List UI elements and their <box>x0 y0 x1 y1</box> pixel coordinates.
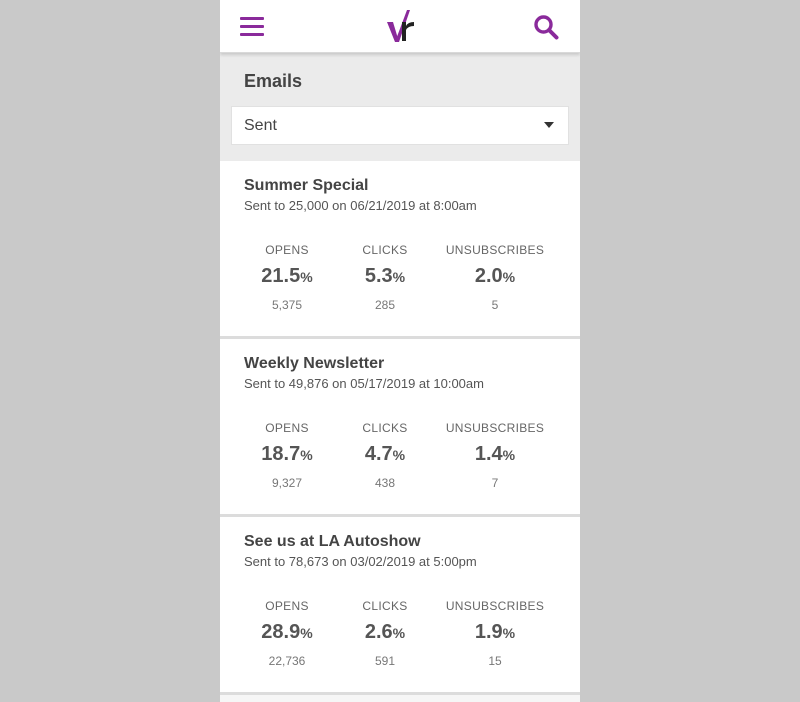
email-stats: OPENS 18.7% 9,327 CLICKS 4.7% 438 UNSUBS… <box>244 421 556 514</box>
stat-label: OPENS <box>265 599 309 613</box>
email-filter-value: Sent <box>244 116 277 134</box>
page-title: Emails <box>244 71 303 91</box>
percent-sign: % <box>392 625 406 641</box>
stat-percent: 1.9% <box>440 621 550 644</box>
stat-percent: 18.7% <box>244 443 330 466</box>
stat-label: OPENS <box>265 243 309 257</box>
clicks-stat: CLICKS 4.7% 438 <box>333 421 437 490</box>
email-stats: OPENS 21.5% 5,375 CLICKS 5.3% 285 UNSUBS… <box>244 243 556 336</box>
stat-percent: 2.6% <box>333 621 437 644</box>
unsubscribes-stat: UNSUBSCRIBES 2.0% 5 <box>440 243 550 312</box>
emails-header: Emails Sent <box>220 53 580 161</box>
percent-sign: % <box>502 269 516 285</box>
clicks-stat: CLICKS 2.6% 591 <box>333 599 437 668</box>
percent-sign: % <box>502 625 516 641</box>
app-screen: Emails Sent Summer Special Sent to 25,00… <box>220 0 580 702</box>
stat-percent: 28.9% <box>244 621 330 644</box>
stat-count: 285 <box>374 298 396 312</box>
stat-percent-value: 2.6 <box>364 621 393 643</box>
stat-label: OPENS <box>265 421 309 435</box>
percent-sign: % <box>300 269 313 285</box>
stat-count: 591 <box>374 654 396 668</box>
stat-percent-value: 21.5 <box>261 265 301 287</box>
vr-logo[interactable] <box>385 8 417 44</box>
percent-sign: % <box>300 625 313 641</box>
unsubscribes-stat: UNSUBSCRIBES 1.9% 15 <box>440 599 550 668</box>
email-sent-info: Sent to 25,000 on 06/21/2019 at 8:00am <box>244 198 477 213</box>
search-icon[interactable] <box>533 14 559 40</box>
stat-percent-value: 1.9 <box>474 621 503 643</box>
percent-sign: % <box>300 447 313 463</box>
stat-percent: 1.4% <box>440 443 550 466</box>
email-sent-info: Sent to 78,673 on 03/02/2019 at 5:00pm <box>244 554 477 569</box>
stat-percent-value: 5.3 <box>364 265 393 287</box>
percent-sign: % <box>502 447 516 463</box>
stat-count: 5,375 <box>271 298 303 312</box>
stat-count: 5 <box>491 298 499 312</box>
stat-label: CLICKS <box>362 421 408 435</box>
caret-down-icon <box>544 122 554 128</box>
email-filter-dropdown[interactable]: Sent <box>231 106 569 145</box>
email-card[interactable]: Summer Special Sent to 25,000 on 06/21/2… <box>220 161 580 339</box>
percent-sign: % <box>392 447 406 463</box>
stat-label: CLICKS <box>362 243 408 257</box>
hamburger-icon[interactable] <box>240 17 264 37</box>
stat-count: 22,736 <box>268 654 306 668</box>
email-title: Summer Special <box>244 177 369 194</box>
email-stats: OPENS 28.9% 22,736 CLICKS 2.6% 591 UNSUB… <box>244 599 556 692</box>
stat-percent: 2.0% <box>440 265 550 288</box>
email-sent-info: Sent to 49,876 on 05/17/2019 at 10:00am <box>244 376 484 391</box>
stat-percent: 21.5% <box>244 265 330 288</box>
stat-percent-value: 1.4 <box>474 443 503 465</box>
stat-count: 15 <box>488 654 502 668</box>
email-title: Weekly Newsletter <box>244 355 385 372</box>
stat-percent-value: 4.7 <box>364 443 393 465</box>
top-bar <box>220 0 580 53</box>
stat-percent: 4.7% <box>333 443 437 466</box>
email-card[interactable]: Weekly Newsletter Sent to 49,876 on 05/1… <box>220 339 580 517</box>
email-title: See us at LA Autoshow <box>244 533 421 550</box>
stat-percent-value: 2.0 <box>474 265 503 287</box>
percent-sign: % <box>392 269 406 285</box>
email-card[interactable]: See us at LA Autoshow Sent to 78,673 on … <box>220 517 580 695</box>
stat-count: 9,327 <box>271 476 303 490</box>
stat-count: 7 <box>491 476 499 490</box>
stat-percent: 5.3% <box>333 265 437 288</box>
opens-stat: OPENS 28.9% 22,736 <box>244 599 330 668</box>
stat-label: UNSUBSCRIBES <box>445 421 545 435</box>
stat-label: CLICKS <box>362 599 408 613</box>
opens-stat: OPENS 21.5% 5,375 <box>244 243 330 312</box>
unsubscribes-stat: UNSUBSCRIBES 1.4% 7 <box>440 421 550 490</box>
stat-label: UNSUBSCRIBES <box>445 599 545 613</box>
opens-stat: OPENS 18.7% 9,327 <box>244 421 330 490</box>
stat-percent-value: 18.7 <box>261 443 301 465</box>
stat-label: UNSUBSCRIBES <box>445 243 545 257</box>
stat-count: 438 <box>374 476 396 490</box>
stat-percent-value: 28.9 <box>261 621 301 643</box>
clicks-stat: CLICKS 5.3% 285 <box>333 243 437 312</box>
